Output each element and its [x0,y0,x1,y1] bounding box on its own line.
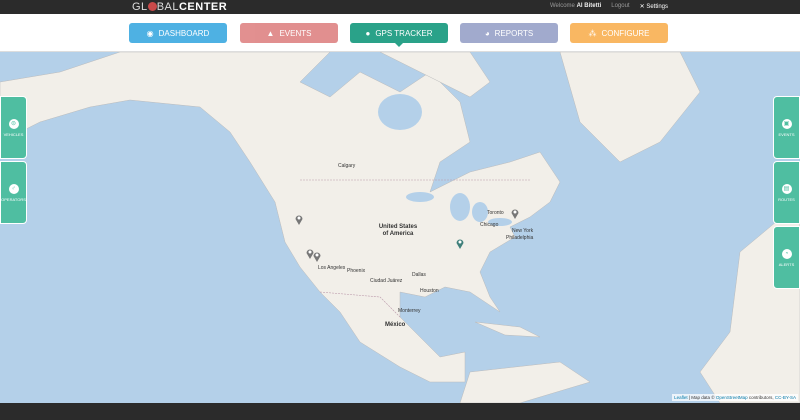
map[interactable]: Calgary United States of America Chicago… [0,52,800,403]
map-label-losangeles: Los Angeles [318,265,346,271]
map-label-usa: United States of America [378,224,418,237]
map-label-newyork: New York [512,228,534,234]
main-nav: ◉ DASHBOARD ▲ EVENTS ● GPS TRACKER ◕ REPORTS… [0,14,800,52]
vehicle-marker-icon[interactable] [456,238,464,249]
map-label-mexico: México [385,322,406,328]
logo[interactable]: GL BALCENTER [132,1,227,13]
map-label-dallas: Dallas [412,272,426,278]
vehicle-marker-icon[interactable] [295,214,303,225]
leaflet-link[interactable]: Leaflet [674,395,688,400]
car-icon: ⊜ [8,118,19,129]
operators-panel-tab[interactable]: ♂ OPERATORS [0,161,27,224]
vehicle-marker-icon[interactable] [511,208,519,219]
map-attribution: Leaflet | Map data © OpenStreetMap contr… [672,394,798,401]
top-bar: GL BALCENTER Welcome Al Bitetti Logout ✕ … [0,0,800,14]
settings-link[interactable]: ✕ Settings [640,3,668,10]
dashboard-icon: ◉ [146,28,154,38]
wrench-icon: ✕ [639,4,645,10]
globe-logo-icon [147,2,157,11]
map-label-monterrey: Monterrey [398,308,421,314]
map-label-chicago: Chicago [480,222,499,228]
pie-chart-icon: ◕ [484,28,490,38]
nav-dashboard[interactable]: ◉ DASHBOARD [129,23,227,43]
license-link[interactable]: CC-BY-SA [775,395,796,400]
map-label-houston: Houston [420,288,439,294]
operator-icon: ♂ [8,183,19,194]
user-pin-icon: ● [365,28,371,38]
map-label-phoenix: Phoenix [347,268,366,274]
footer [0,403,800,420]
vehicles-panel-tab[interactable]: ⊜ VEHICLES [0,96,27,159]
map-label-calgary: Calgary [338,163,356,169]
vehicle-marker-icon[interactable] [313,251,321,262]
alerts-icon: ◔ [781,248,792,259]
nav-events[interactable]: ▲ EVENTS [240,23,338,43]
map-label-philadelphia: Philadelphia [506,235,534,241]
logout-link[interactable]: Logout [611,3,629,10]
sitemap-icon: ⁂ [588,28,597,38]
map-label-toronto: Toronto [487,210,504,216]
nav-reports[interactable]: ◕ REPORTS [460,23,558,43]
welcome-text: Welcome Al Bitetti [550,3,602,9]
nav-configure[interactable]: ⁂ CONFIGURE [570,23,668,43]
osm-link[interactable]: OpenStreetMap [716,395,748,400]
alerts-panel-tab[interactable]: ◔ ALERTS [773,226,800,289]
events-panel-tab[interactable]: ▣ EVENTS [773,96,800,159]
map-label-juarez: Ciudad Juárez [370,278,403,284]
routes-icon: ▤ [781,183,792,194]
events-icon: ▣ [781,118,792,129]
warning-icon: ▲ [266,28,275,38]
routes-panel-tab[interactable]: ▤ ROUTES [773,161,800,224]
nav-gps-tracker[interactable]: ● GPS TRACKER [350,23,448,47]
